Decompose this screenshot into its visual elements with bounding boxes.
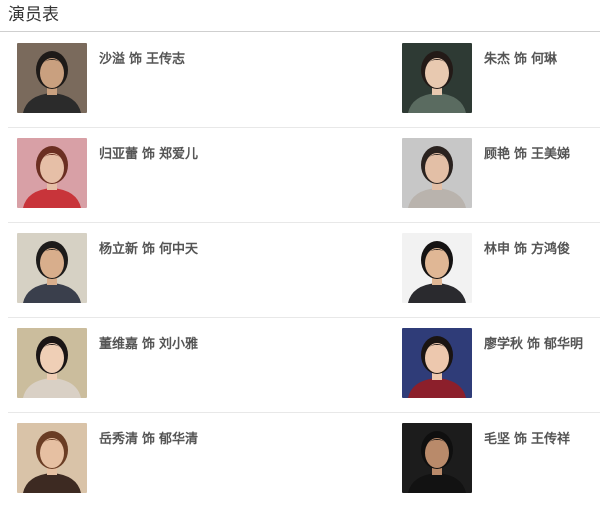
portrait-image <box>402 328 472 398</box>
portrait-image <box>17 233 87 303</box>
portrait-image <box>17 423 87 493</box>
portrait-image <box>17 328 87 398</box>
cast-label[interactable]: 沙溢饰王传志 <box>99 51 185 69</box>
role-name[interactable]: 方鸿俊 <box>531 242 570 257</box>
role-separator: 饰 <box>142 432 156 447</box>
actor-photo[interactable] <box>17 138 87 208</box>
role-separator: 饰 <box>514 242 528 257</box>
role-separator: 饰 <box>514 147 528 162</box>
cast-row: 沙溢饰王传志 朱杰饰何琳 <box>8 33 600 128</box>
cast-label[interactable]: 林申饰方鸿俊 <box>484 241 570 259</box>
cast-label[interactable]: 杨立新饰何中天 <box>99 241 198 259</box>
actor-name[interactable]: 林申 <box>484 242 510 257</box>
portrait-face <box>425 438 449 468</box>
actor-photo[interactable] <box>402 328 472 398</box>
role-separator: 饰 <box>129 52 143 67</box>
actor-photo[interactable] <box>402 233 472 303</box>
actor-photo[interactable] <box>17 233 87 303</box>
actor-name[interactable]: 廖学秋 <box>484 337 523 352</box>
cast-row: 岳秀清饰郁华清 毛坚饰王传祥 <box>8 413 600 507</box>
cast-label[interactable]: 岳秀清饰郁华清 <box>99 431 198 449</box>
role-name[interactable]: 郁华清 <box>159 432 198 447</box>
actor-name[interactable]: 朱杰 <box>484 52 510 67</box>
role-name[interactable]: 王美娣 <box>531 147 570 162</box>
cast-section-header: 演员表 <box>0 0 600 32</box>
cast-label[interactable]: 毛坚饰王传祥 <box>484 431 570 449</box>
portrait-face <box>425 58 449 88</box>
actor-photo[interactable] <box>402 43 472 113</box>
actor-photo[interactable] <box>402 423 472 493</box>
portrait-image <box>402 43 472 113</box>
role-name[interactable]: 何琳 <box>531 52 557 67</box>
portrait-face <box>40 248 64 278</box>
role-name[interactable]: 王传志 <box>146 52 185 67</box>
cast-label[interactable]: 归亚蕾饰郑爱儿 <box>99 146 198 164</box>
portrait-face <box>40 343 64 373</box>
actor-name[interactable]: 杨立新 <box>99 242 138 257</box>
cast-label[interactable]: 顾艳饰王美娣 <box>484 146 570 164</box>
section-title: 演员表 <box>8 5 59 25</box>
role-name[interactable]: 郑爱儿 <box>159 147 198 162</box>
role-name[interactable]: 王传祥 <box>531 432 570 447</box>
portrait-image <box>402 138 472 208</box>
role-separator: 饰 <box>514 52 528 67</box>
cast-row: 杨立新饰何中天 林申饰方鸿俊 <box>8 223 600 318</box>
role-separator: 饰 <box>142 147 156 162</box>
portrait-image <box>402 423 472 493</box>
actor-photo[interactable] <box>17 328 87 398</box>
actor-name[interactable]: 归亚蕾 <box>99 147 138 162</box>
actor-photo[interactable] <box>17 423 87 493</box>
role-separator: 饰 <box>514 432 528 447</box>
cast-label[interactable]: 朱杰饰何琳 <box>484 51 557 69</box>
actor-name[interactable]: 沙溢 <box>99 52 125 67</box>
portrait-face <box>40 153 64 183</box>
actor-name[interactable]: 岳秀清 <box>99 432 138 447</box>
cast-row: 归亚蕾饰郑爱儿 顾艳饰王美娣 <box>8 128 600 223</box>
role-separator: 饰 <box>527 337 541 352</box>
portrait-image <box>17 138 87 208</box>
portrait-face <box>425 343 449 373</box>
portrait-image <box>402 233 472 303</box>
actor-name[interactable]: 顾艳 <box>484 147 510 162</box>
portrait-image <box>17 43 87 113</box>
actor-photo[interactable] <box>17 43 87 113</box>
role-name[interactable]: 郁华明 <box>544 337 583 352</box>
role-separator: 饰 <box>142 242 156 257</box>
role-name[interactable]: 何中天 <box>159 242 198 257</box>
portrait-face <box>425 248 449 278</box>
portrait-face <box>425 153 449 183</box>
cast-grid: 沙溢饰王传志 朱杰饰何琳 归亚蕾饰郑爱儿 顾艳饰王美娣 杨立新 饰 何中天 林申… <box>8 33 600 507</box>
actor-photo[interactable] <box>402 138 472 208</box>
portrait-face <box>40 438 64 468</box>
portrait-face <box>40 58 64 88</box>
role-separator: 饰 <box>142 337 156 352</box>
actor-name[interactable]: 董维嘉 <box>99 337 138 352</box>
cast-label[interactable]: 董维嘉饰刘小雅 <box>99 336 198 354</box>
cast-label[interactable]: 廖学秋饰郁华明 <box>484 336 583 354</box>
cast-row: 董维嘉饰刘小雅 廖学秋饰郁华明 <box>8 318 600 413</box>
actor-name[interactable]: 毛坚 <box>484 432 510 447</box>
role-name[interactable]: 刘小雅 <box>159 337 198 352</box>
